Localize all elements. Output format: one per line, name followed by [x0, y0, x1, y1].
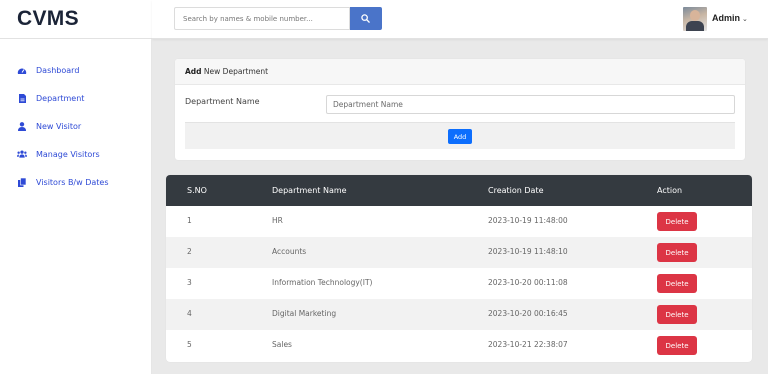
panel-title-bold: Add [185, 67, 202, 76]
sidebar-item-visitors-between-dates[interactable]: Visitors B/w Dates [17, 174, 109, 190]
cell-creation-date: 2023-10-21 22:38:07 [488, 340, 568, 349]
dashboard-icon [17, 65, 27, 75]
table-row: 3 Information Technology(IT) 2023-10-20 … [166, 268, 752, 299]
panel-title-rest: New Department [201, 67, 269, 76]
sidebar-item-label: Department [36, 93, 85, 103]
cell-sno: 1 [187, 216, 192, 225]
cell-department-name: Accounts [272, 247, 307, 256]
cell-creation-date: 2023-10-20 00:16:45 [488, 309, 568, 318]
department-table: S.NO Department Name Creation Date Actio… [166, 175, 752, 362]
user-name: Admin [712, 13, 740, 23]
avatar[interactable] [683, 7, 707, 31]
delete-button[interactable]: Delete [657, 243, 697, 262]
add-button[interactable]: Add [448, 129, 472, 144]
cell-sno: 3 [187, 278, 192, 287]
column-header-date: Creation Date [488, 186, 544, 195]
cell-department-name: Digital Marketing [272, 309, 337, 318]
search-button[interactable] [350, 7, 382, 30]
avatar-head [690, 10, 700, 21]
table-header: S.NO Department Name Creation Date Actio… [166, 175, 752, 206]
user-menu[interactable]: Admin ⌄ [712, 13, 748, 23]
user-icon [17, 121, 27, 131]
department-name-label: Department Name [185, 97, 260, 106]
file-icon [17, 93, 27, 103]
table-row: 5 Sales 2023-10-21 22:38:07 Delete [166, 330, 752, 361]
form-actions: Add [185, 122, 735, 149]
sidebar-item-manage-visitors[interactable]: Manage Visitors [17, 146, 100, 162]
avatar-body [686, 21, 704, 31]
delete-button[interactable]: Delete [657, 336, 697, 355]
cell-creation-date: 2023-10-19 11:48:00 [488, 216, 568, 225]
delete-button[interactable]: Delete [657, 274, 697, 293]
cell-creation-date: 2023-10-19 11:48:10 [488, 247, 568, 256]
brand-logo-text[interactable]: CVMS [17, 7, 79, 31]
column-header-action: Action [657, 186, 683, 195]
chevron-down-icon: ⌄ [742, 16, 748, 23]
sidebar-item-dashboard[interactable]: Dashboard [17, 62, 79, 78]
cell-department-name: Sales [272, 340, 292, 349]
department-name-input[interactable] [326, 95, 735, 114]
sidebar-item-label: Visitors B/w Dates [36, 177, 109, 187]
cell-sno: 5 [187, 340, 192, 349]
top-header: Admin⌄ [152, 0, 768, 39]
sidebar-item-department[interactable]: Department [17, 90, 84, 106]
brand-area: CVMS [0, 0, 152, 39]
table-row: 4 Digital Marketing 2023-10-20 00:16:45 … [166, 299, 752, 330]
panel-title: Add New Department [185, 67, 268, 76]
copy-icon [17, 177, 27, 187]
table-row: 2 Accounts 2023-10-19 11:48:10 Delete [166, 237, 752, 268]
cell-department-name: HR [272, 216, 283, 225]
search-icon [361, 14, 370, 23]
sidebar: Dashboard Department New Visitor Manage … [0, 39, 152, 374]
delete-button[interactable]: Delete [657, 212, 697, 231]
add-department-panel: Add New Department Department Name Add [175, 59, 745, 160]
cell-sno: 2 [187, 247, 192, 256]
users-icon [17, 149, 27, 159]
column-header-sno: S.NO [187, 186, 207, 195]
delete-button[interactable]: Delete [657, 305, 697, 324]
sidebar-item-label: New Visitor [36, 121, 82, 131]
sidebar-item-label: Dashboard [36, 65, 80, 75]
column-header-name: Department Name [272, 186, 347, 195]
sidebar-item-new-visitor[interactable]: New Visitor [17, 118, 81, 134]
cell-sno: 4 [187, 309, 192, 318]
sidebar-item-label: Manage Visitors [36, 149, 100, 159]
search-input[interactable] [174, 7, 350, 30]
cell-department-name: Information Technology(IT) [272, 278, 373, 287]
table-row: 1 HR 2023-10-19 11:48:00 Delete [166, 206, 752, 237]
panel-header: Add New Department [175, 59, 745, 85]
cell-creation-date: 2023-10-20 00:11:08 [488, 278, 568, 287]
